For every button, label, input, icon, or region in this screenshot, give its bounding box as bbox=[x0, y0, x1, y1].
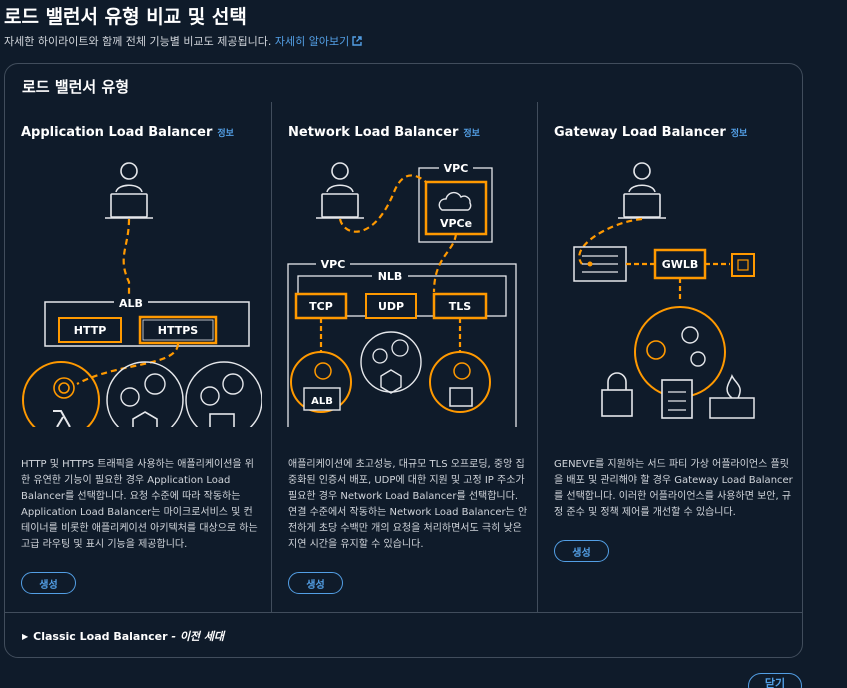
user-icon bbox=[316, 162, 364, 219]
subtitle-text: 자세한 하이라이트와 함께 전체 기능별 비교도 제공됩니다. bbox=[4, 35, 272, 48]
gwlb-create-button[interactable]: 생성 bbox=[554, 540, 609, 562]
vpc-top-label: VPC bbox=[444, 162, 469, 175]
classic-lb-suffix: - 이전 세대 bbox=[171, 630, 225, 643]
load-balancer-types-panel: 로드 밸런서 유형 Application Load Balancer 정보 AL… bbox=[4, 63, 803, 658]
chip-target-icon bbox=[185, 361, 262, 427]
alb-card: Application Load Balancer 정보 ALB HTTP HTT… bbox=[5, 102, 271, 612]
caret-right-icon: ▶ bbox=[22, 632, 29, 641]
tls-label: TLS bbox=[449, 300, 472, 313]
gwlb-illustration: GWLB bbox=[573, 162, 755, 419]
udp-label: UDP bbox=[378, 300, 404, 313]
vpc-label: VPC bbox=[321, 258, 346, 271]
classic-lb-name: Classic Load Balancer bbox=[33, 630, 168, 643]
alb-create-button[interactable]: 생성 bbox=[21, 572, 76, 594]
container-target-icon bbox=[106, 361, 184, 427]
page-subtitle: 자세한 하이라이트와 함께 전체 기능별 비교도 제공됩니다. 자세히 알아보기 bbox=[4, 33, 362, 49]
gwlb-info-link[interactable]: 정보 bbox=[731, 129, 748, 139]
user-icon bbox=[618, 162, 666, 219]
gwlb-card: Gateway Load Balancer 정보 GWLB GENEVE를 지원… bbox=[537, 102, 803, 612]
user-icon bbox=[105, 162, 153, 219]
chip-target-icon bbox=[429, 351, 491, 413]
alb-title: Application Load Balancer bbox=[21, 125, 213, 140]
lock-icon bbox=[601, 372, 633, 417]
alb-description: HTTP 및 HTTPS 트래픽을 사용하는 애플리케이션을 위한 유연한 기능… bbox=[21, 459, 258, 550]
classic-lb-expander[interactable]: ▶ Classic Load Balancer - 이전 세대 bbox=[22, 628, 224, 644]
alb-target-label: ALB bbox=[311, 396, 333, 407]
gwlb-description: GENEVE를 지원하는 서드 파티 가상 어플라이언스 플릿을 배포 및 관리… bbox=[554, 459, 793, 518]
alb-info-link[interactable]: 정보 bbox=[217, 129, 234, 139]
panel-divider bbox=[5, 612, 802, 613]
vpce-label: VPCe bbox=[440, 217, 472, 230]
close-button[interactable]: 닫기 bbox=[748, 673, 802, 688]
learn-more-label: 자세히 알아보기 bbox=[274, 35, 350, 48]
https-label: HTTPS bbox=[158, 324, 199, 337]
nlb-name: Network Load Balancer 정보 bbox=[288, 125, 480, 140]
external-link-icon bbox=[352, 36, 362, 46]
panel-title: 로드 밸런서 유형 bbox=[22, 78, 130, 96]
chip-icon bbox=[731, 253, 755, 277]
firewall-flame-icon bbox=[709, 374, 755, 419]
http-label: HTTP bbox=[74, 324, 107, 337]
page-title: 로드 밸런서 유형 비교 및 선택 bbox=[4, 6, 247, 28]
nlb-label: NLB bbox=[378, 270, 403, 283]
checklist-icon bbox=[661, 379, 693, 419]
lambda-target-icon bbox=[22, 361, 100, 427]
nlb-info-link[interactable]: 정보 bbox=[463, 129, 480, 139]
nlb-description: 애플리케이션에 초고성능, 대규모 TLS 오프로딩, 중앙 집중화된 인증서 … bbox=[288, 459, 528, 550]
tcp-label: TCP bbox=[309, 300, 333, 313]
nlb-title: Network Load Balancer bbox=[288, 125, 459, 140]
gwlb-name: Gateway Load Balancer 정보 bbox=[554, 125, 747, 140]
gwlb-label: GWLB bbox=[662, 258, 699, 271]
alb-group-label: ALB bbox=[119, 297, 143, 310]
alb-name: Application Load Balancer 정보 bbox=[21, 125, 234, 140]
gwlb-title: Gateway Load Balancer bbox=[554, 125, 726, 140]
nlb-illustration: VPC VPCe VPC NLB TCP UDP TLS ALB bbox=[287, 161, 517, 427]
alb-illustration: ALB HTTP HTTPS bbox=[22, 162, 262, 427]
nlb-create-button[interactable]: 생성 bbox=[288, 572, 343, 594]
nlb-card: Network Load Balancer 정보 VPC VPCe VPC NLB… bbox=[271, 102, 537, 612]
container-target-icon bbox=[360, 331, 422, 394]
learn-more-link[interactable]: 자세히 알아보기 bbox=[275, 35, 362, 48]
alb-target-icon: ALB bbox=[290, 351, 352, 413]
